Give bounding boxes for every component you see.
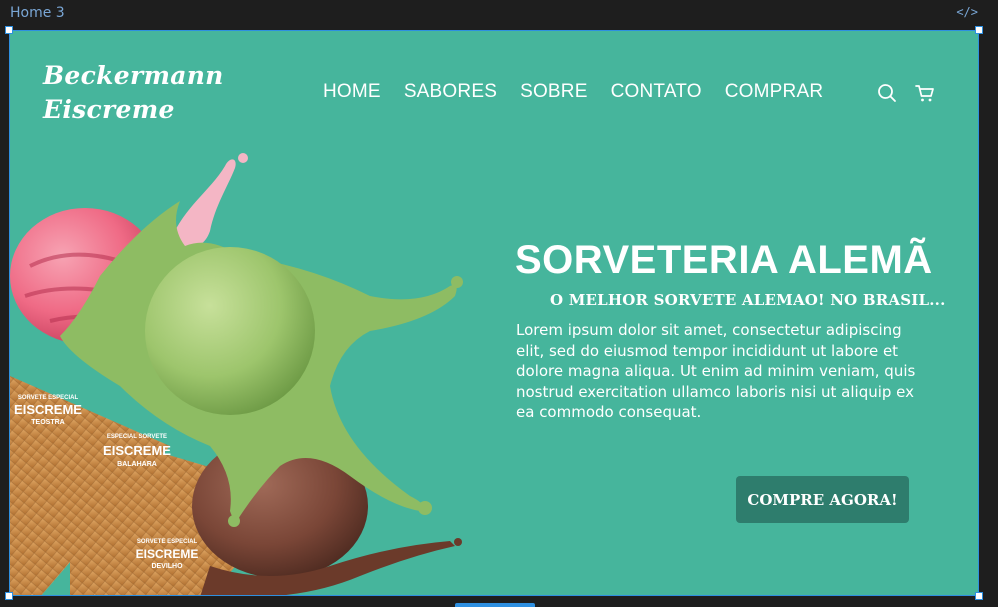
page-frame: Beckermann Eiscreme HOME SABORES SOBRE C… [9, 30, 979, 596]
brand-logo[interactable]: Beckermann Eiscreme [43, 59, 224, 127]
hero-title: SORVETERIA ALEMÃ [515, 238, 933, 282]
svg-text:BALAHARA: BALAHARA [117, 461, 157, 468]
bottom-panel-tab[interactable] [455, 603, 535, 607]
brand-line-1: Beckermann [43, 61, 224, 90]
nav-item-sabores[interactable]: SABORES [404, 81, 497, 103]
svg-text:EISCREME: EISCREME [103, 443, 171, 458]
code-view-icon[interactable]: </> [956, 5, 978, 19]
ice-cream-illustration: SORVETE ESPECIAL EISCREME TEOSTRA ESPECI… [10, 153, 463, 595]
svg-text:EISCREME: EISCREME [14, 402, 82, 417]
nav-item-sobre[interactable]: SOBRE [520, 81, 588, 103]
buy-now-button[interactable]: COMPRE AGORA! [736, 476, 909, 523]
svg-text:DEVILHO: DEVILHO [151, 563, 183, 570]
cart-icon[interactable] [914, 82, 936, 104]
hero-body-text: Lorem ipsum dolor sit amet, consectetur … [516, 321, 916, 421]
main-nav: HOME SABORES SOBRE CONTATO COMPRAR [323, 81, 823, 103]
svg-text:TEOSTRA: TEOSTRA [31, 419, 64, 426]
search-icon[interactable] [876, 82, 898, 104]
svg-text:SORVETE ESPECIAL: SORVETE ESPECIAL [18, 395, 79, 401]
svg-text:SORVETE ESPECIAL: SORVETE ESPECIAL [137, 539, 198, 545]
nav-item-comprar[interactable]: COMPRAR [725, 81, 824, 103]
resize-handle-bottom-left[interactable] [5, 592, 13, 600]
resize-handle-top-left[interactable] [5, 26, 13, 34]
pistachio-scoop [145, 247, 315, 415]
svg-text:ESPECIAL SORVETE: ESPECIAL SORVETE [107, 434, 167, 440]
brand-line-2: Eiscreme [43, 95, 175, 124]
editor-toolbar: Home 3 </> [0, 0, 998, 28]
nav-item-contato[interactable]: CONTATO [611, 81, 702, 103]
nav-item-home[interactable]: HOME [323, 81, 381, 103]
resize-handle-bottom-right[interactable] [975, 592, 983, 600]
frame-label[interactable]: Home 3 [10, 5, 65, 21]
pink-splash [170, 159, 236, 249]
resize-handle-top-right[interactable] [975, 26, 983, 34]
hero-subtitle: O MELHOR SORVETE ALEMAO! NO BRASIL... [550, 291, 946, 309]
svg-text:EISCREME: EISCREME [136, 547, 199, 561]
